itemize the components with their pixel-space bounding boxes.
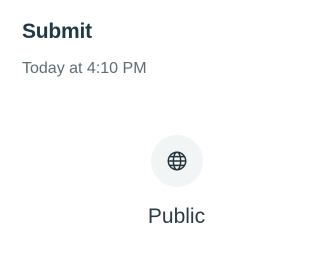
visibility-status: Public (0, 135, 320, 231)
card-title: Submit (22, 20, 92, 43)
timestamp: Today at 4:10 PM (22, 60, 147, 77)
globe-icon (150, 135, 203, 187)
visibility-label: Public (147, 205, 206, 228)
